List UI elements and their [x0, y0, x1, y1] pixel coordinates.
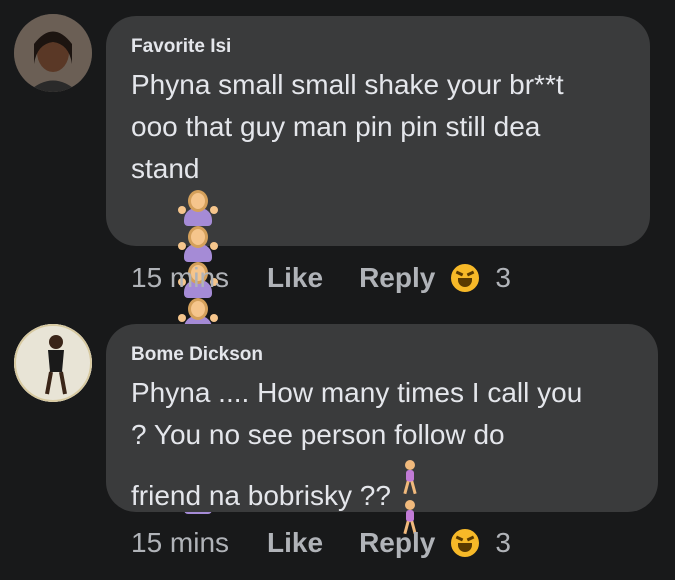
- person-walking-emoji: [397, 456, 423, 496]
- like-button[interactable]: Like: [267, 262, 323, 294]
- reply-button[interactable]: Reply: [359, 262, 435, 294]
- reaction-count[interactable]: 3: [495, 527, 511, 559]
- comment-timestamp[interactable]: 15 mins: [131, 527, 229, 559]
- person-shrugging-emoji: [177, 226, 218, 262]
- laughing-face-icon[interactable]: [449, 527, 482, 559]
- avatar[interactable]: [14, 14, 92, 92]
- comment-text: Phyna .... How many times I call you ? Y…: [131, 372, 582, 536]
- comment-line: Phyna .... How many times I call you: [131, 377, 583, 408]
- comment-2: Bome Dickson Phyna .... How many times I…: [0, 310, 675, 580]
- reaction-count[interactable]: 3: [495, 262, 511, 294]
- comment-1: Favorite Isi Phyna small small shake you…: [0, 0, 675, 514]
- comment-actions: 15 mins Like Reply 3: [131, 527, 511, 559]
- like-button[interactable]: Like: [267, 527, 323, 559]
- comment-author[interactable]: Bome Dickson: [131, 344, 263, 366]
- comment-line: ooo that guy man pin pin still dea: [131, 111, 541, 142]
- avatar[interactable]: [14, 324, 92, 402]
- reply-button[interactable]: Reply: [359, 527, 435, 559]
- comment-line: ? You no see person follow do: [131, 419, 505, 450]
- emoji-group: [397, 456, 423, 536]
- comment-author[interactable]: Favorite Isi: [131, 36, 231, 58]
- comment-line: friend na bobrisky ??: [131, 480, 391, 511]
- laughing-face-icon[interactable]: [449, 262, 482, 294]
- person-shrugging-emoji: [177, 190, 218, 226]
- comment-line: Phyna small small shake your br**t: [131, 69, 564, 100]
- comment-timestamp[interactable]: 15 mins: [131, 262, 229, 294]
- comment-actions: 15 mins Like Reply 3: [131, 262, 511, 294]
- comment-line-with-emoji: friend na bobrisky ??: [131, 456, 582, 536]
- comment-line: stand: [131, 153, 200, 184]
